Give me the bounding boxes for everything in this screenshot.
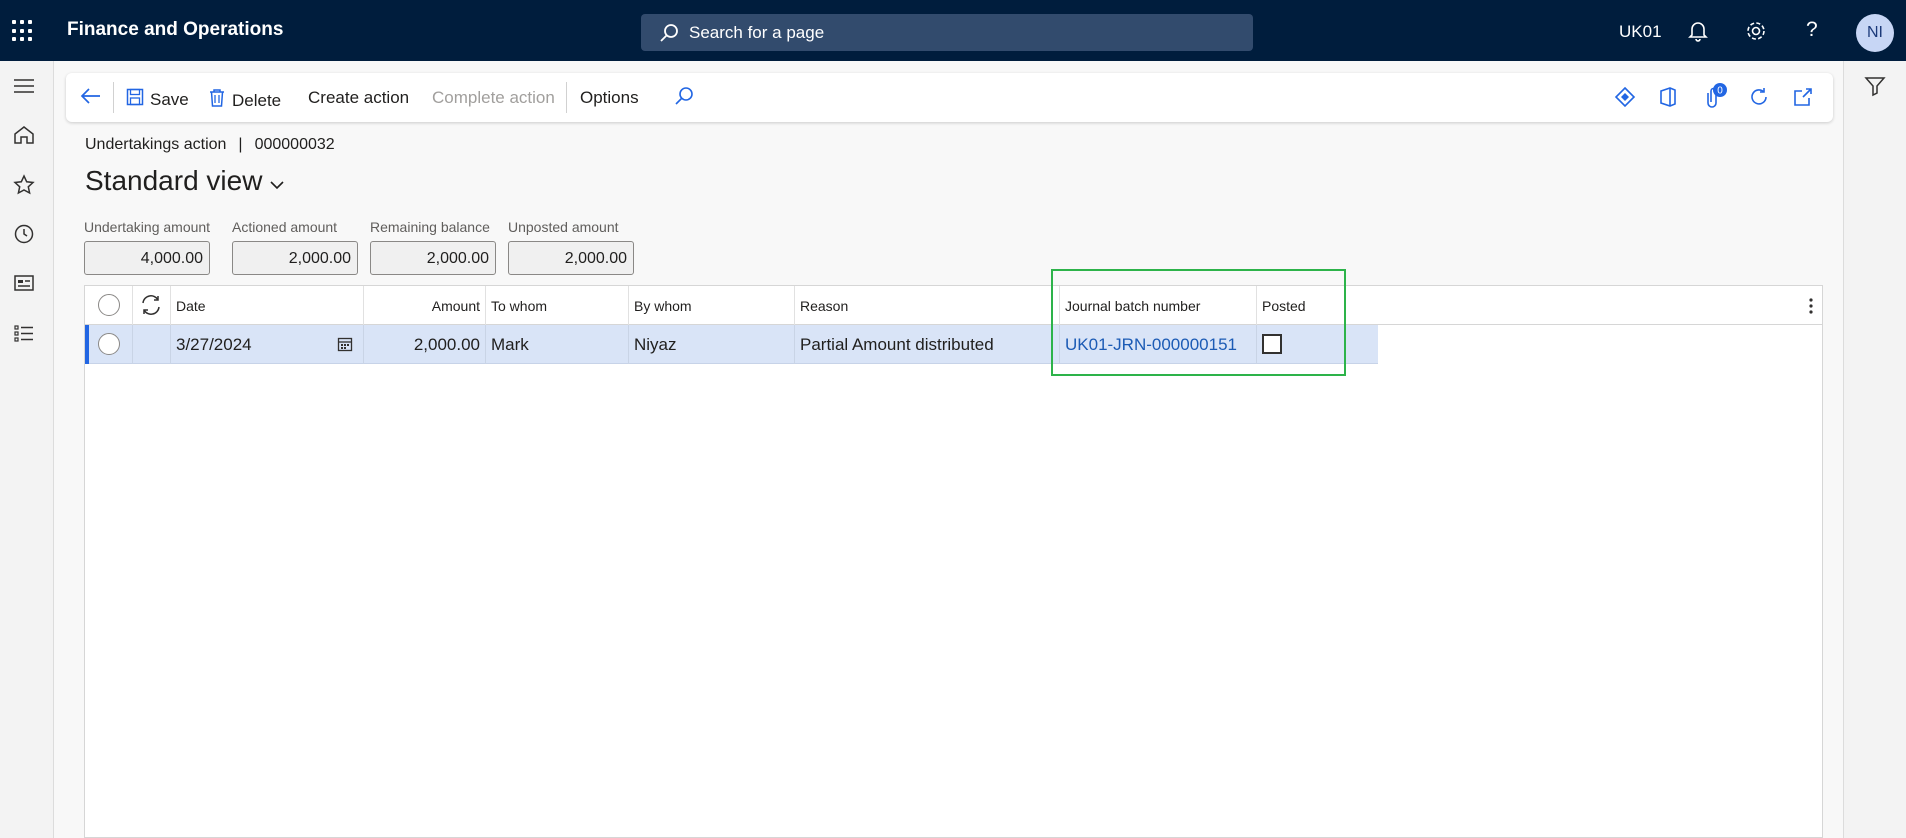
entity-name: Undertakings action — [85, 136, 227, 153]
column-journal-batch-number[interactable]: Journal batch number — [1060, 286, 1257, 325]
column-amount[interactable]: Amount — [364, 286, 486, 325]
company-picker[interactable]: UK01 — [1619, 22, 1662, 42]
find-icon[interactable] — [674, 86, 694, 106]
by-whom-cell[interactable]: Niyaz — [629, 325, 795, 364]
date-cell[interactable]: 3/27/2024 — [171, 325, 364, 364]
record-id: 000000032 — [254, 136, 335, 153]
select-all-column — [85, 286, 133, 325]
open-new-icon[interactable] — [1792, 86, 1814, 113]
column-date[interactable]: Date — [171, 286, 364, 325]
sync-icon[interactable] — [140, 294, 162, 319]
create-action-button[interactable]: Create action — [308, 88, 409, 108]
actions-grid: Date Amount To whom By whom Reason Journ… — [84, 285, 1823, 838]
avatar[interactable]: NI — [1856, 14, 1894, 52]
more-options-icon[interactable] — [1808, 297, 1814, 320]
bell-icon[interactable] — [1688, 20, 1708, 47]
delete-label: Delete — [232, 90, 282, 110]
workspace-icon[interactable] — [13, 273, 35, 298]
calendar-icon[interactable] — [337, 336, 353, 357]
unposted-amount-field: Unposted amount 2,000.00 — [508, 219, 634, 275]
options-tab[interactable]: Options — [580, 88, 639, 108]
to-whom-cell[interactable]: Mark — [486, 325, 629, 364]
left-navigation — [0, 61, 54, 838]
field-value[interactable]: 2,000.00 — [508, 241, 634, 275]
attachment-icon[interactable]: 0 — [1702, 83, 1728, 116]
field-value[interactable]: 4,000.00 — [84, 241, 210, 275]
search-input[interactable]: Search for a page — [641, 14, 1253, 51]
posted-checkbox[interactable] — [1262, 334, 1282, 354]
app-title[interactable]: Finance and Operations — [67, 19, 283, 41]
filter-icon[interactable] — [1864, 75, 1886, 102]
page-title: Standard view — [85, 165, 263, 196]
column-posted[interactable]: Posted — [1257, 286, 1377, 325]
save-icon — [126, 88, 144, 111]
field-value[interactable]: 2,000.00 — [370, 241, 496, 275]
column-by-whom[interactable]: By whom — [629, 286, 795, 325]
refresh-column — [133, 286, 171, 325]
field-value[interactable]: 2,000.00 — [232, 241, 358, 275]
clock-icon[interactable] — [13, 223, 35, 250]
right-pane-strip — [1843, 61, 1906, 838]
waffle-icon[interactable] — [12, 20, 34, 42]
breadcrumb: Undertakings action | 000000032 — [85, 136, 335, 154]
amount-cell[interactable]: 2,000.00 — [364, 325, 486, 364]
complete-action-button[interactable]: Complete action — [432, 88, 555, 108]
field-label: Undertaking amount — [84, 219, 211, 235]
select-all-radio[interactable] — [98, 294, 120, 316]
attachment-count: 0 — [1717, 86, 1723, 97]
back-arrow-icon[interactable] — [80, 86, 102, 106]
field-label: Actioned amount — [232, 219, 338, 235]
view-selector[interactable]: Standard view — [85, 165, 285, 197]
remaining-balance-field: Remaining balance 2,000.00 — [370, 219, 496, 275]
actioned-amount-field: Actioned amount 2,000.00 — [232, 219, 358, 275]
grid-header: Date Amount To whom By whom Reason Journ… — [85, 286, 1822, 325]
journal-batch-number-link[interactable]: UK01-JRN-000000151 — [1060, 325, 1257, 364]
posted-cell — [1257, 325, 1378, 364]
hamburger-icon[interactable] — [13, 77, 35, 100]
column-to-whom[interactable]: To whom — [486, 286, 629, 325]
date-value: 3/27/2024 — [176, 335, 252, 354]
home-icon[interactable] — [13, 125, 35, 150]
row-select-cell — [85, 325, 133, 364]
chevron-down-icon — [270, 165, 285, 197]
reason-cell[interactable]: Partial Amount distributed — [795, 325, 1060, 364]
table-row[interactable]: 3/27/2024 2,000.00 Mark Niyaz Partial Am… — [85, 325, 1378, 364]
column-reason[interactable]: Reason — [795, 286, 1060, 325]
undertaking-amount-field: Undertaking amount 4,000.00 — [84, 219, 210, 275]
star-icon[interactable] — [13, 174, 35, 201]
field-label: Unposted amount — [508, 219, 619, 235]
search-icon — [659, 23, 679, 48]
action-pane: Save Delete Create action Complete actio… — [66, 73, 1833, 122]
save-label: Save — [150, 89, 189, 109]
help-icon[interactable]: ? — [1806, 18, 1818, 42]
refresh-icon[interactable] — [1748, 86, 1770, 113]
office-icon[interactable] — [1658, 86, 1678, 113]
gear-icon[interactable] — [1745, 20, 1767, 47]
row-select-radio[interactable] — [98, 333, 120, 355]
top-bar: Finance and Operations Search for a page… — [0, 0, 1906, 61]
row-spacer-cell — [133, 325, 171, 364]
delete-icon — [208, 88, 226, 113]
delete-button[interactable]: Delete — [208, 88, 281, 113]
search-placeholder: Search for a page — [689, 23, 825, 42]
save-button[interactable]: Save — [126, 88, 189, 111]
list-icon[interactable] — [13, 323, 35, 348]
breadcrumb-separator: | — [238, 136, 243, 153]
diamond-icon[interactable] — [1614, 86, 1636, 113]
field-label: Remaining balance — [370, 219, 490, 235]
